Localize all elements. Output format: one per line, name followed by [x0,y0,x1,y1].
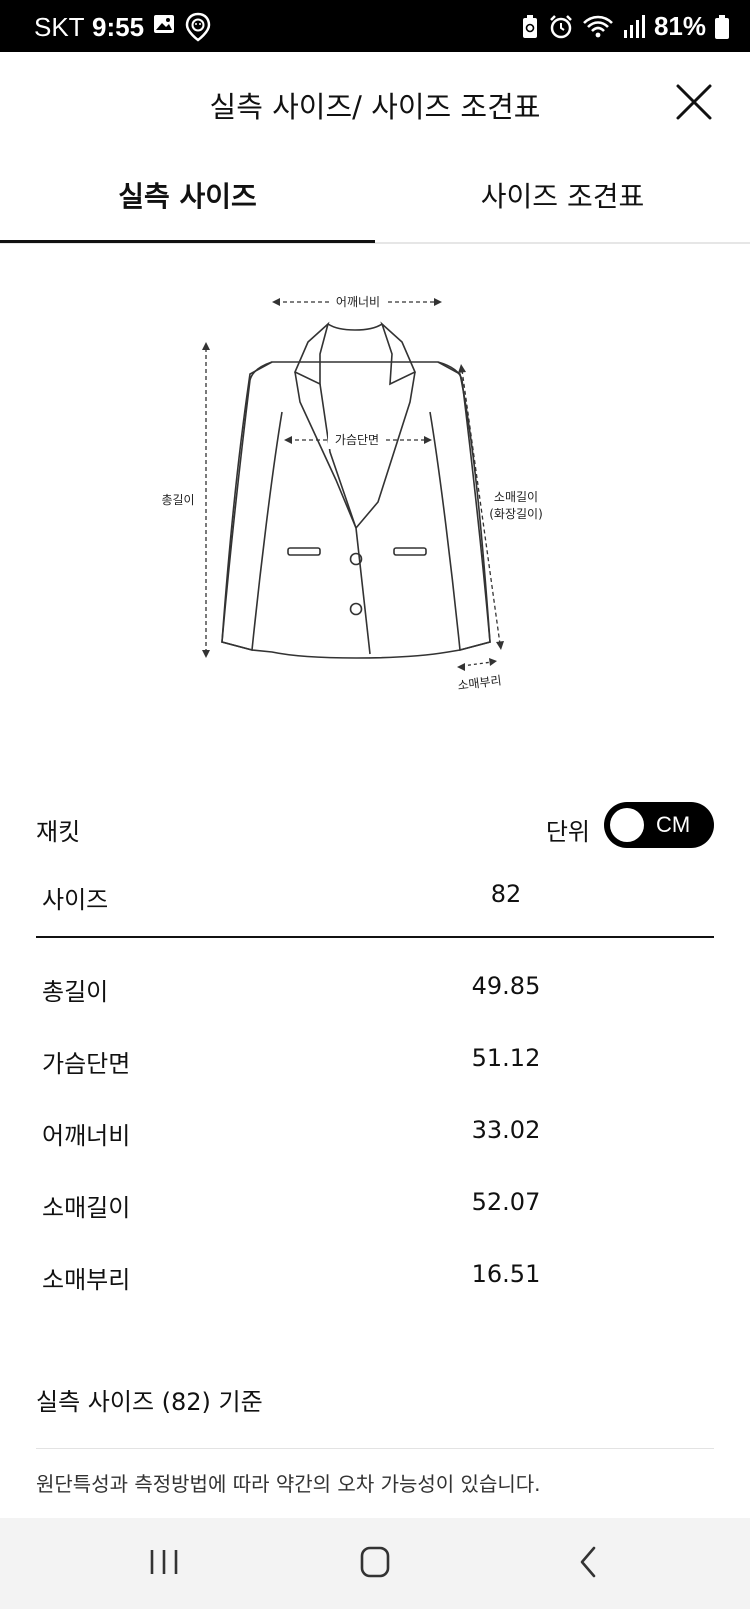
location-badge-icon [185,12,211,42]
row-label: 어깨너비 [42,1122,131,1150]
row-value: 49.85 [471,972,541,1000]
cuff-width-arrow: 소매부리 [457,658,503,693]
chest-width-arrow: 가슴단면 [284,431,432,449]
tab-size-chart[interactable]: 사이즈 조견표 [375,152,750,242]
modal-header: 실측 사이즈/ 사이즈 조견표 [0,52,750,152]
status-time: 9:55 [92,12,145,42]
row-label: 소매길이 [42,1194,131,1222]
jacket-measurement-diagram: 어깨너비 가슴단면 총길이 소매길이 (화장길이) 소매부리 [161,293,543,693]
divider [36,1448,714,1449]
table-header-row: 사이즈 82 [36,858,714,938]
total-length-arrow: 총길이 [161,342,210,658]
size-header-value: 82 [490,880,522,908]
row-label: 총길이 [42,978,109,1006]
sleeve-length-label: 소매길이 [494,490,538,504]
row-label: 가슴단면 [42,1050,131,1078]
unit-value: CM [656,812,691,837]
size-table: 사이즈 82 총길이 49.85 가슴단면 51.12 어깨너비 33.02 소… [36,858,714,1310]
table-row: 소매부리 16.51 [36,1238,714,1310]
row-value: 16.51 [471,1260,541,1288]
table-row: 소매길이 52.07 [36,1166,714,1238]
tab-bar: 실측 사이즈 사이즈 조견표 [0,152,750,244]
close-icon[interactable] [674,82,714,122]
battery-icon [715,14,729,39]
product-unit-row: 재킷 단위 CM [36,802,714,850]
back-icon[interactable] [558,1536,618,1588]
recycle-icon [522,14,537,38]
disclaimer-text: 원단특성과 측정방법에 따라 약간의 오차 가능성이 있습니다. [36,1472,541,1496]
status-right-icons: 81% [520,11,730,42]
table-row: 어깨너비 33.02 [36,1094,714,1166]
page-title: 실측 사이즈/ 사이즈 조견표 [209,90,541,124]
battery-percent: 81% [653,11,706,41]
row-value: 52.07 [471,1188,541,1216]
row-label: 소매부리 [42,1266,131,1294]
unit-label: 단위 [545,818,590,846]
shoulder-width-arrow: 어깨너비 [272,293,442,311]
chest-width-label: 가슴단면 [335,433,379,447]
sleeve-length-sub-label: (화장길이) [489,507,543,521]
carrier-label: SKT [34,12,85,42]
table-row: 가슴단면 51.12 [36,1022,714,1094]
home-icon[interactable] [346,1536,406,1588]
jacket-outline [221,321,491,659]
wifi-icon [583,15,613,37]
signal-icon [623,14,645,38]
gallery-icon [154,15,174,33]
alarm-icon [550,14,572,38]
table-body: 총길이 49.85 가슴단면 51.12 어깨너비 33.02 소매길이 52.… [36,938,714,1310]
tab-measured-size[interactable]: 실측 사이즈 [0,152,375,243]
unit-toggle[interactable]: CM [604,802,714,848]
toggle-knob [610,808,644,842]
status-left-icons [152,12,212,42]
status-bar: SKT 9:55 81% [0,0,750,52]
product-name: 재킷 [36,818,81,846]
system-nav-bar [0,1518,750,1609]
row-value: 33.02 [471,1116,541,1144]
cuff-width-label: 소매부리 [457,673,503,692]
size-header-label: 사이즈 [42,886,109,914]
measurement-basis: 실측 사이즈 (82) 기준 [36,1388,263,1416]
row-value: 51.12 [471,1044,541,1072]
sleeve-length-arrow: 소매길이 (화장길이) [458,364,543,650]
recent-apps-icon[interactable] [134,1536,194,1588]
table-row: 총길이 49.85 [36,950,714,1022]
total-length-label: 총길이 [161,493,194,507]
shoulder-width-label: 어깨너비 [336,295,380,309]
